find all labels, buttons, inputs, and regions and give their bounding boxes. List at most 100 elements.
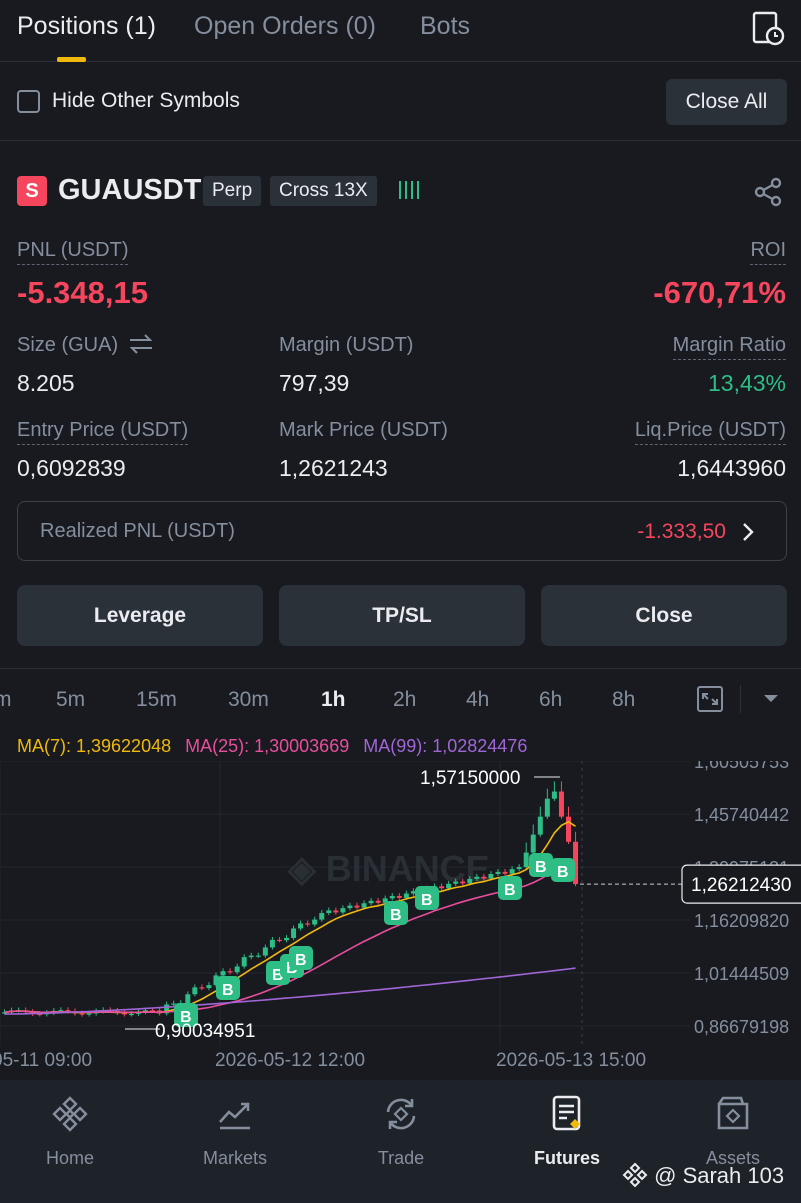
candle-body <box>509 869 515 874</box>
pnl-value: -5.348,15 <box>17 275 148 310</box>
wallet-icon <box>717 1096 749 1130</box>
order-history-icon[interactable] <box>750 10 786 46</box>
candle-body <box>312 919 318 925</box>
candle-body <box>375 900 381 903</box>
ma-legend: MA(7): 1,39622048 MA(25): 1,30003669 MA(99… <box>17 736 527 757</box>
candle-body <box>284 937 289 941</box>
side-badge: S <box>17 176 47 206</box>
candle-body <box>262 947 268 956</box>
margin-mode-tag[interactable]: Cross 13X <box>270 176 377 206</box>
margin-label: Margin (USDT) <box>279 334 414 356</box>
active-tab-indicator <box>57 57 86 62</box>
close-position-button[interactable]: Close <box>541 585 787 646</box>
chevron-down-icon[interactable] <box>763 693 779 705</box>
liq-price-label[interactable]: Liq.Price (USDT) <box>634 419 786 445</box>
close-all-button[interactable]: Close All <box>666 79 787 125</box>
chart-trend-icon <box>219 1102 250 1130</box>
interval-4h[interactable]: 4h <box>466 688 489 712</box>
interval-selector: m 5m 15m 30m 1h 2h 4h 6h 8h <box>0 669 801 729</box>
candle-body <box>453 881 459 884</box>
entry-price-value: 0,6092839 <box>17 455 126 481</box>
hide-other-symbols-checkbox[interactable] <box>17 90 40 113</box>
candle-body <box>530 834 536 853</box>
size-label-text: Size (GUA) <box>17 334 119 356</box>
hide-other-symbols-label[interactable]: Hide Other Symbols <box>52 89 240 113</box>
candle-body <box>474 876 480 879</box>
candle-body <box>502 871 508 874</box>
binance-square-icon <box>622 1162 648 1188</box>
interval-2h[interactable]: 2h <box>393 688 416 712</box>
interval-m[interactable]: m <box>0 688 12 712</box>
interval-15m[interactable]: 15m <box>136 688 177 712</box>
buy-marker-label: B <box>421 892 433 909</box>
interval-divider <box>740 685 741 713</box>
nav-markets-label: Markets <box>202 1148 267 1168</box>
candle-body <box>206 985 212 989</box>
leverage-button[interactable]: Leverage <box>17 585 263 646</box>
share-icon[interactable] <box>752 176 784 208</box>
entry-price-label[interactable]: Entry Price (USDT) <box>17 419 189 445</box>
interval-5m[interactable]: 5m <box>56 688 85 712</box>
size-value: 8.205 <box>17 370 75 396</box>
nav-home[interactable]: Home <box>0 1080 150 1180</box>
roi-label[interactable]: ROI <box>750 239 786 265</box>
position-header: S GUAUSDT Perp Cross 13X <box>0 170 801 214</box>
positions-tab-bar: Positions (1) Open Orders (0) Bots <box>0 0 801 62</box>
mark-price-label: Mark Price (USDT) <box>279 419 448 441</box>
candle-body <box>354 905 360 908</box>
buy-marker-label: B <box>222 982 234 999</box>
candle-body <box>495 871 501 874</box>
tab-bots[interactable]: Bots <box>420 12 470 41</box>
time-tick-label: 2026-05-13 15:00 <box>496 1050 646 1071</box>
tab-positions[interactable]: Positions (1) <box>17 12 156 41</box>
price-tick-label: 1,16209820 <box>694 911 789 931</box>
price-tick-label: 1,01444509 <box>694 964 789 984</box>
ma7-value: MA(7): 1,39622048 <box>17 736 172 756</box>
interval-8h[interactable]: 8h <box>612 688 635 712</box>
watermark-user-text: @ Sarah 103 <box>654 1163 785 1188</box>
candle-body <box>79 1013 85 1015</box>
symbol-name[interactable]: GUAUSDT <box>58 174 201 207</box>
candle-body <box>340 908 346 913</box>
contract-type-tag: Perp <box>203 176 262 206</box>
ma99-value: MA(99): 1,02824476 <box>363 736 528 756</box>
fullscreen-chart-icon[interactable] <box>696 685 724 713</box>
pnl-label[interactable]: PNL (USDT) <box>17 239 129 265</box>
candle-body <box>192 987 198 995</box>
buy-marker-label: B <box>557 864 569 881</box>
swap-unit-icon[interactable] <box>128 334 154 354</box>
candle-body <box>523 852 529 868</box>
futures-icon <box>552 1095 581 1131</box>
candle-body <box>361 903 367 908</box>
candle-body <box>516 867 522 870</box>
candle-body <box>403 893 409 898</box>
interval-30m[interactable]: 30m <box>228 688 269 712</box>
time-tick-label: 05-11 09:00 <box>0 1050 92 1071</box>
tpsl-button[interactable]: TP/SL <box>279 585 525 646</box>
interval-1h[interactable]: 1h <box>321 688 346 712</box>
candle-body <box>241 957 247 967</box>
tab-open-orders[interactable]: Open Orders (0) <box>194 12 376 41</box>
candle-body <box>305 923 311 925</box>
candlestick-plot[interactable]: 1,605057531,457404421,309751311,16209820… <box>0 761 801 1081</box>
interval-6h[interactable]: 6h <box>539 688 562 712</box>
nav-home-label: Home <box>45 1148 94 1168</box>
margin-ratio-label[interactable]: Margin Ratio <box>672 334 786 360</box>
size-label: Size (GUA) <box>17 334 154 357</box>
candle-body <box>128 1013 134 1016</box>
candle-body <box>368 900 374 904</box>
realized-pnl-row[interactable]: Realized PNL (USDT) -1.333,50 <box>17 501 787 561</box>
nav-markets[interactable]: Markets <box>155 1080 315 1180</box>
mark-price-value: 1,2621243 <box>279 455 388 481</box>
buy-marker-label: B <box>535 859 547 876</box>
candle-body <box>446 883 452 889</box>
candle-body <box>537 816 543 835</box>
candle-body <box>439 886 445 889</box>
nav-trade[interactable]: Trade <box>321 1080 481 1180</box>
candle-body <box>276 939 282 942</box>
candle-body <box>319 913 325 920</box>
current-price-value: 1,26212430 <box>691 875 791 896</box>
candle-body <box>220 971 226 976</box>
candle-body <box>326 910 332 914</box>
price-tick-label: 1,60505753 <box>694 761 789 772</box>
